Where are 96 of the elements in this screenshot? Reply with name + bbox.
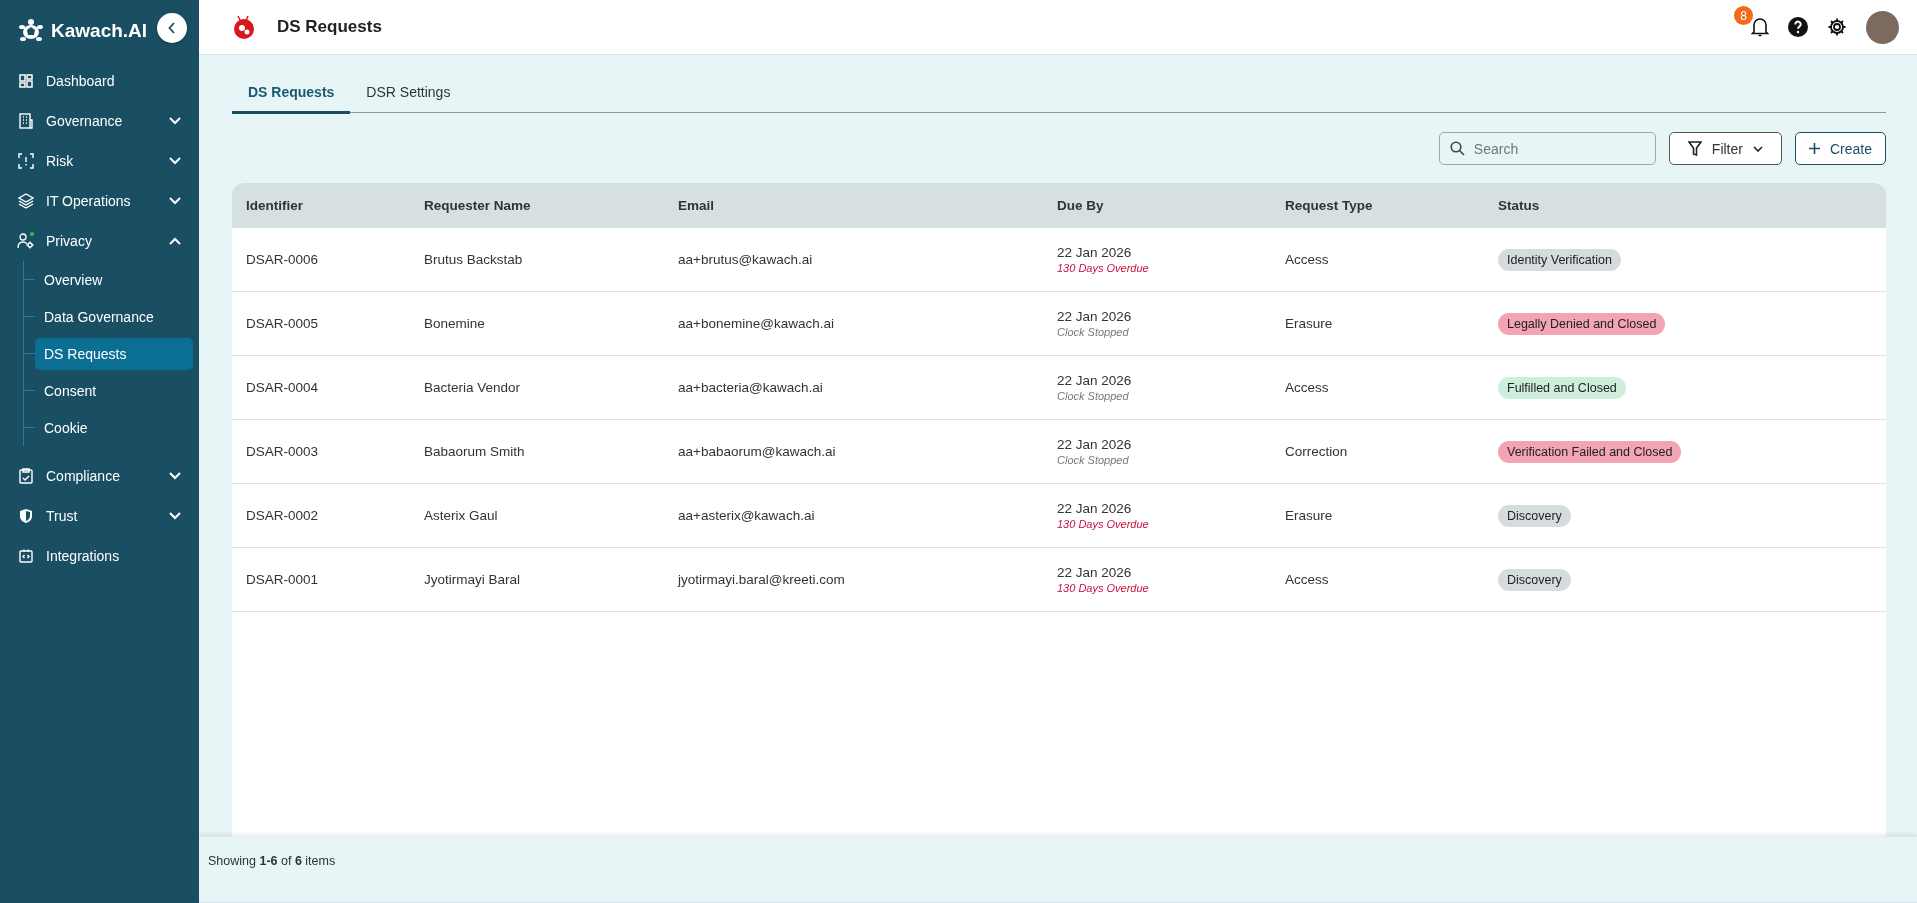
status-badge: Discovery <box>1498 568 1571 591</box>
chevron-down-icon <box>1752 145 1763 152</box>
due-note: Clock Stopped <box>1057 326 1130 338</box>
table-cell-text: Correction <box>1285 444 1349 459</box>
building-icon <box>18 113 34 129</box>
table-cell-text: DSAR-0004 <box>246 380 320 395</box>
funnel-icon <box>1687 141 1702 156</box>
table-cell-text: Access <box>1285 572 1330 587</box>
table-cell-text: aa+babaorum@kawach.ai <box>678 444 837 459</box>
brand-name: Kawach.AI <box>51 19 148 42</box>
code-board-icon <box>19 549 33 563</box>
layers-icon <box>18 193 34 209</box>
table-cell-text: DSAR-0002 <box>246 508 320 523</box>
column-header: Due By <box>1057 198 1105 213</box>
table-cell-text: Erasure <box>1285 508 1334 523</box>
table-cell-text: DSAR-0006 <box>246 252 320 267</box>
chevron-icon <box>169 237 181 245</box>
table-cell-text: DSAR-0003 <box>246 444 320 459</box>
shield-icon <box>18 508 34 524</box>
status-badge: Legally Denied and Closed <box>1498 312 1666 335</box>
table-cell-text: aa+bonemine@kawach.ai <box>678 316 835 331</box>
due-date: 22 Jan 2026 <box>1057 309 1133 324</box>
due-date: 22 Jan 2026 <box>1057 437 1133 452</box>
nav-subitem[interactable]: Consent <box>35 374 193 407</box>
nav-subitem[interactable]: Data Governance <box>35 300 193 333</box>
chevron-icon <box>169 472 181 480</box>
notification-badge: 8 <box>1734 6 1753 25</box>
status-badge: Fulfilled and Closed <box>1498 376 1626 399</box>
nav-item[interactable]: Integrations <box>0 536 199 576</box>
chevron-icon <box>169 512 181 520</box>
due-date: 22 Jan 2026 <box>1057 245 1133 260</box>
nav-item[interactable]: Dashboard <box>0 61 199 101</box>
table-cell-text: Babaorum Smith <box>424 444 526 459</box>
clipboard-check-icon <box>18 468 34 484</box>
due-note: 130 Days Overdue <box>1057 518 1150 530</box>
nav-subitem[interactable]: DS Requests <box>35 337 193 370</box>
table-cell-text: Asterix Gaul <box>424 508 499 523</box>
search-icon <box>1449 141 1465 156</box>
column-header: Status <box>1498 198 1541 213</box>
nav-item[interactable]: Compliance <box>0 456 199 496</box>
bell-icon[interactable] <box>1751 17 1769 37</box>
chevron-icon <box>169 117 181 125</box>
nav-item[interactable]: Risk <box>0 141 199 181</box>
filter-button[interactable]: Filter <box>1668 132 1782 165</box>
table-cell-text: Erasure <box>1285 316 1334 331</box>
chevron-left-icon <box>168 22 176 34</box>
chevron-icon <box>169 157 181 165</box>
table-cell-text: jyotirmayi.baral@kreeti.com <box>678 572 846 587</box>
table-cell-text: aa+asterix@kawach.ai <box>678 508 816 523</box>
user-avatar[interactable] <box>1866 10 1899 44</box>
nav-item[interactable]: Privacy <box>0 221 199 261</box>
table-cell-text: aa+brutus@kawach.ai <box>678 252 814 267</box>
due-date: 22 Jan 2026 <box>1057 373 1133 388</box>
table-cell-text: Brutus Backstab <box>424 252 524 267</box>
due-note: Clock Stopped <box>1057 454 1130 466</box>
search-field[interactable]: Search <box>1438 132 1656 165</box>
column-header: Requester Name <box>424 198 532 213</box>
chevron-icon <box>169 197 181 205</box>
due-date: 22 Jan 2026 <box>1057 501 1133 516</box>
turtle-logo-icon <box>18 17 44 44</box>
user-gear-icon <box>17 232 35 250</box>
tab[interactable]: DS Requests <box>232 75 351 114</box>
alert-frame-icon <box>18 153 34 169</box>
nav-item[interactable]: IT Operations <box>0 181 199 221</box>
due-date: 22 Jan 2026 <box>1057 565 1133 580</box>
settings-icon[interactable] <box>1827 17 1847 37</box>
plus-icon <box>1808 143 1820 154</box>
table-cell-text: Jyotirmayi Baral <box>424 572 522 587</box>
due-note: Clock Stopped <box>1057 390 1130 402</box>
status-badge: Discovery <box>1498 504 1571 527</box>
dashboard-icon <box>19 74 33 88</box>
page-title: DS Requests <box>277 17 383 37</box>
app-logo-icon <box>232 14 256 40</box>
help-icon[interactable] <box>1788 17 1808 37</box>
table-cell-text: Access <box>1285 380 1330 395</box>
create-button[interactable]: Create <box>1794 132 1886 165</box>
column-header: Identifier <box>246 198 304 213</box>
table-cell-text: Access <box>1285 252 1330 267</box>
table-cell-text: aa+bacteria@kawach.ai <box>678 380 824 395</box>
due-note: 130 Days Overdue <box>1057 262 1150 274</box>
nav-item[interactable]: Governance <box>0 101 199 141</box>
due-note: 130 Days Overdue <box>1057 582 1150 594</box>
table-cell-text: Bonemine <box>424 316 486 331</box>
column-header: Email <box>678 198 716 213</box>
table-cell-text: DSAR-0005 <box>246 316 320 331</box>
table-cell-text: DSAR-0001 <box>246 572 320 587</box>
status-badge: Identity Verification <box>1498 248 1621 271</box>
table-cell-text: Bacteria Vendor <box>424 380 522 395</box>
nav-subitem[interactable]: Cookie <box>35 411 193 444</box>
nav-item[interactable]: Trust <box>0 496 199 536</box>
pagination-summary: Showing 1-6 of 6 items <box>208 854 336 868</box>
nav-subitem[interactable]: Overview <box>35 263 193 296</box>
collapse-sidebar-button[interactable] <box>157 13 187 43</box>
column-header: Request Type <box>1285 198 1374 213</box>
tab[interactable]: DSR Settings <box>350 75 467 112</box>
status-badge: Verification Failed and Closed <box>1498 440 1682 463</box>
